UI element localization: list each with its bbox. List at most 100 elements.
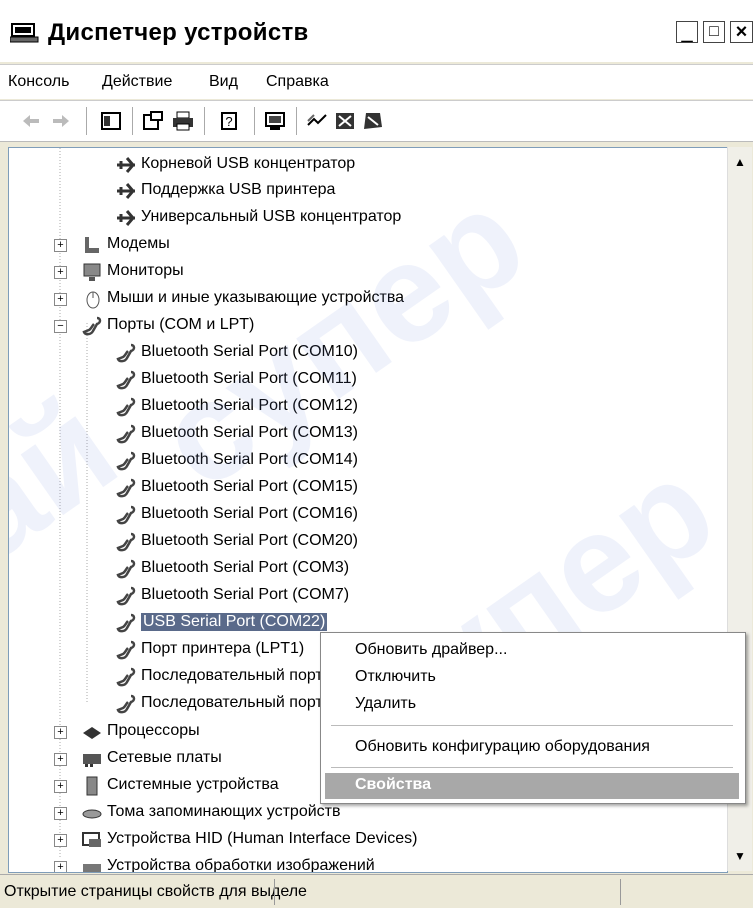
monitor-icon bbox=[83, 263, 101, 281]
port-icon bbox=[116, 343, 136, 363]
system-device-icon bbox=[86, 776, 98, 796]
forward-arrow-icon[interactable] bbox=[50, 111, 72, 131]
imaging-device-icon bbox=[83, 864, 101, 872]
toolbar-separator bbox=[254, 107, 255, 135]
print-icon[interactable] bbox=[172, 111, 194, 131]
port-icon bbox=[116, 613, 136, 633]
scan-hardware-icon[interactable] bbox=[264, 111, 286, 131]
hid-icon bbox=[82, 832, 101, 847]
menu-action[interactable]: Действие bbox=[102, 73, 172, 91]
status-text: Открытие страницы свойств для выделе bbox=[4, 883, 307, 900]
expand-toggle[interactable]: + bbox=[54, 780, 67, 793]
tree-item-label: Процессоры bbox=[107, 722, 200, 739]
tree-item-label: Поддержка USB принтера bbox=[141, 181, 336, 198]
tree-item-label: Устройства HID (Human Interface Devices) bbox=[107, 830, 418, 847]
network-card-icon bbox=[83, 754, 101, 767]
tree-item-label: Мыши и иные указывающие устройства bbox=[107, 289, 405, 306]
expand-toggle[interactable]: + bbox=[54, 807, 67, 820]
maximize-button[interactable]: □ bbox=[703, 21, 725, 43]
usb-icon bbox=[117, 157, 135, 173]
toolbar-separator bbox=[132, 107, 133, 135]
tree-item-label: Bluetooth Serial Port (COM11) bbox=[141, 370, 357, 387]
menu-item-update-driver[interactable]: Обновить драйвер... bbox=[355, 641, 507, 659]
title-bar[interactable]: Диспетчер устройств _ □ × bbox=[0, 0, 753, 62]
tree-item-label: Тома запоминающих устройств bbox=[107, 803, 341, 820]
port-icon bbox=[116, 451, 136, 471]
menu-item-disable[interactable]: Отключить bbox=[355, 668, 436, 686]
toolbar-separator bbox=[204, 107, 205, 135]
collapse-toggle[interactable]: − bbox=[54, 320, 67, 333]
modem-icon bbox=[85, 237, 99, 253]
expand-toggle[interactable]: + bbox=[54, 239, 67, 252]
device-manager-icon bbox=[10, 23, 39, 43]
toolbar-separator bbox=[86, 107, 87, 135]
mouse-icon bbox=[86, 291, 100, 309]
minimize-button[interactable]: _ bbox=[676, 21, 698, 43]
port-icon bbox=[116, 586, 136, 606]
status-divider bbox=[620, 879, 621, 905]
usb-icon bbox=[117, 183, 135, 199]
menu-help[interactable]: Справка bbox=[266, 73, 329, 91]
menu-console[interactable]: Консоль bbox=[8, 73, 69, 91]
processor-icon bbox=[83, 727, 101, 739]
tree-item-label: Системные устройства bbox=[107, 776, 279, 793]
menu-separator bbox=[331, 725, 733, 726]
tree-item-label: Bluetooth Serial Port (COM20) bbox=[141, 532, 358, 549]
menu-item-properties-label: Свойства bbox=[355, 776, 432, 793]
disable-device-icon[interactable] bbox=[334, 111, 356, 131]
port-icon bbox=[116, 667, 136, 687]
expand-toggle[interactable]: + bbox=[54, 293, 67, 306]
window-title: Диспетчер устройств bbox=[48, 19, 309, 46]
tree-item-label: Порты (COM и LPT) bbox=[107, 316, 255, 333]
expand-toggle[interactable]: + bbox=[54, 266, 67, 279]
expand-toggle[interactable]: + bbox=[54, 753, 67, 766]
device-manager-window: Диспетчер устройств _ □ × Консоль Действ… bbox=[0, 0, 753, 908]
port-icon bbox=[116, 478, 136, 498]
toolbar-separator bbox=[296, 107, 297, 135]
tree-item-label: Сетевые платы bbox=[107, 749, 222, 766]
port-icon bbox=[116, 370, 136, 390]
back-arrow-icon[interactable] bbox=[20, 111, 42, 131]
status-bar: Открытие страницы свойств для выделе bbox=[0, 874, 753, 908]
show-hide-tree-icon[interactable] bbox=[100, 111, 122, 131]
tree-item-label: Bluetooth Serial Port (COM15) bbox=[141, 478, 358, 495]
tree-item-label: Bluetooth Serial Port (COM7) bbox=[141, 586, 350, 603]
port-icon bbox=[82, 316, 102, 336]
port-icon bbox=[116, 694, 136, 714]
scroll-up-icon[interactable]: ▲ bbox=[730, 151, 750, 173]
expand-toggle[interactable]: + bbox=[54, 726, 67, 739]
status-divider bbox=[274, 879, 275, 905]
tree-item-label: Универсальный USB концентратор bbox=[141, 208, 402, 225]
tree-item-label: Bluetooth Serial Port (COM14) bbox=[141, 451, 358, 468]
tree-item-label: Bluetooth Serial Port (COM10) bbox=[141, 343, 358, 360]
tree-item-label: Модемы bbox=[107, 235, 170, 252]
toolbar: ? bbox=[0, 100, 753, 142]
update-driver-icon[interactable] bbox=[306, 111, 328, 131]
menu-separator bbox=[331, 767, 733, 768]
port-icon bbox=[116, 640, 136, 660]
volume-icon bbox=[82, 809, 102, 819]
menu-item-properties[interactable]: Свойства bbox=[325, 773, 739, 799]
expand-toggle[interactable]: + bbox=[54, 861, 67, 872]
uninstall-device-icon[interactable] bbox=[362, 111, 384, 131]
menu-item-scan-hardware[interactable]: Обновить конфигурацию оборудования bbox=[355, 738, 650, 756]
usb-icon bbox=[117, 210, 135, 226]
tree-item-label: Bluetooth Serial Port (COM3) bbox=[141, 559, 350, 576]
port-icon bbox=[116, 559, 136, 579]
expand-toggle[interactable]: + bbox=[54, 834, 67, 847]
port-icon bbox=[116, 532, 136, 552]
menu-item-uninstall[interactable]: Удалить bbox=[355, 695, 416, 713]
tree-item-label: Порт принтера (LPT1) bbox=[141, 640, 305, 657]
properties-icon[interactable] bbox=[142, 111, 164, 131]
menu-view[interactable]: Вид bbox=[209, 73, 238, 91]
port-icon bbox=[116, 505, 136, 525]
help-icon[interactable]: ? bbox=[220, 111, 242, 131]
context-menu: Обновить драйвер... Отключить Удалить Об… bbox=[320, 632, 746, 804]
svg-text:?: ? bbox=[225, 114, 232, 129]
tree-item-label: Мониторы bbox=[107, 262, 184, 279]
scroll-down-icon[interactable]: ▼ bbox=[730, 845, 750, 867]
close-button[interactable]: × bbox=[730, 21, 753, 43]
tree-item-label: Устройства обработки изображений bbox=[107, 857, 375, 873]
tree-item-label: Корневой USB концентратор bbox=[141, 155, 356, 172]
tree-item-label: Bluetooth Serial Port (COM12) bbox=[141, 397, 358, 414]
